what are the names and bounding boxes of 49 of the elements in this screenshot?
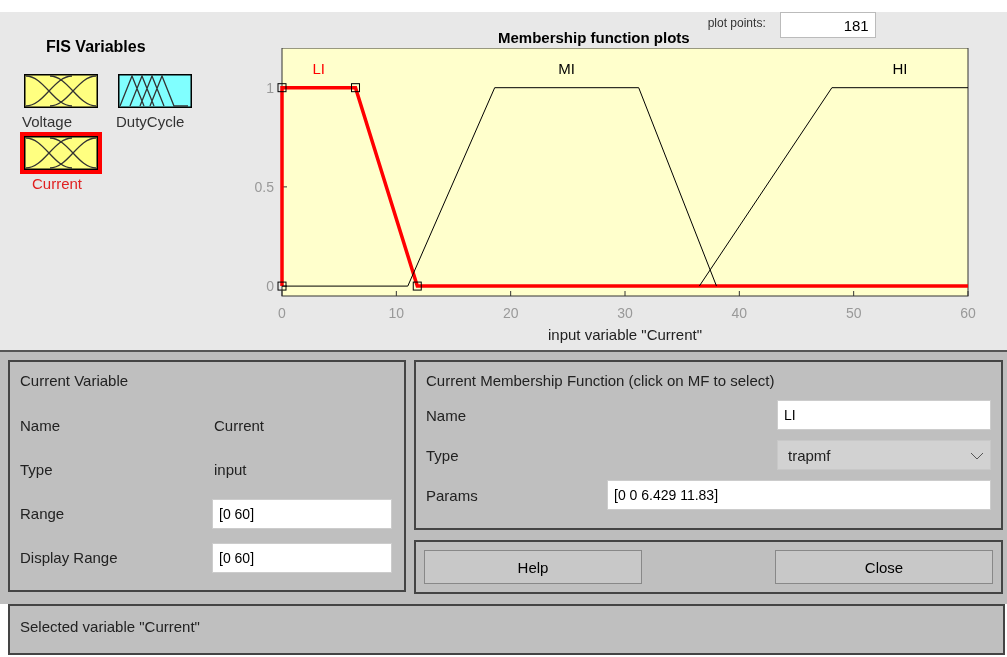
membership-curve[interactable] bbox=[280, 85, 968, 288]
x-tick-label: 30 bbox=[617, 305, 633, 321]
handle[interactable] bbox=[277, 281, 287, 291]
y-tick-label: 1 bbox=[266, 79, 274, 96]
x-tick-label: 0 bbox=[278, 305, 286, 321]
variable-name[interactable]: Current bbox=[32, 175, 83, 192]
field-label: Type bbox=[426, 446, 459, 464]
y-tick-label: 0.5 bbox=[254, 178, 274, 195]
display-range-field[interactable]: [0 60] bbox=[212, 542, 392, 573]
x-tick-label: 50 bbox=[845, 305, 862, 321]
dialog-button[interactable]: Close bbox=[775, 550, 993, 584]
mf-name-field[interactable]: LI bbox=[777, 400, 991, 430]
membership-curve[interactable] bbox=[281, 87, 717, 287]
field-label: Name bbox=[20, 416, 61, 434]
field-label: Type bbox=[20, 460, 54, 478]
x-tick-label: 10 bbox=[388, 305, 405, 321]
x-tick-label: 40 bbox=[731, 305, 748, 321]
range-field[interactable]: [0 60] bbox=[212, 498, 392, 529]
variable-type-value: input bbox=[213, 460, 247, 478]
params-field[interactable]: [0 0 6.429 11.83] bbox=[607, 480, 991, 510]
variable-name[interactable]: Voltage bbox=[22, 113, 73, 130]
panel-title: Current Membership Function (click on MF to select) bbox=[426, 372, 776, 389]
dialog-button[interactable]: Help bbox=[424, 550, 642, 584]
handle[interactable] bbox=[277, 83, 287, 93]
plot-title: Membership function plots bbox=[498, 29, 690, 48]
variable-name[interactable]: DutyCycle bbox=[116, 113, 185, 130]
mf-type-dropdown[interactable]: trapmf bbox=[777, 440, 991, 470]
caret-icon bbox=[970, 452, 984, 460]
field-label: Display Range bbox=[20, 549, 119, 567]
x-tick-label: 20 bbox=[502, 305, 519, 321]
field-label: Params bbox=[426, 486, 478, 504]
x-tick-label: 60 bbox=[960, 305, 976, 321]
handle[interactable] bbox=[412, 281, 422, 291]
variable-name-value: Current bbox=[213, 416, 265, 434]
membership-curve[interactable] bbox=[698, 87, 969, 287]
plot-points-field[interactable]: 181 bbox=[779, 12, 876, 38]
membership-function-label[interactable]: LI bbox=[312, 59, 325, 77]
handle[interactable] bbox=[351, 83, 360, 93]
field-label: Range bbox=[20, 505, 66, 523]
membership-function-label[interactable]: MI bbox=[558, 59, 576, 77]
membership-function-label[interactable]: HI bbox=[892, 59, 908, 77]
x-axis-label: input variable "Current" bbox=[547, 326, 703, 343]
membership-curves-icon[interactable] bbox=[20, 132, 102, 174]
status-bar: Selected variable "Current" bbox=[8, 604, 1005, 655]
panel-title: Current Variable bbox=[20, 372, 130, 389]
field-label: Name bbox=[426, 406, 466, 424]
y-tick-label: 0 bbox=[266, 278, 274, 295]
panel-title: FIS Variables bbox=[46, 38, 147, 56]
plot-points-label: plot points: bbox=[707, 16, 766, 30]
